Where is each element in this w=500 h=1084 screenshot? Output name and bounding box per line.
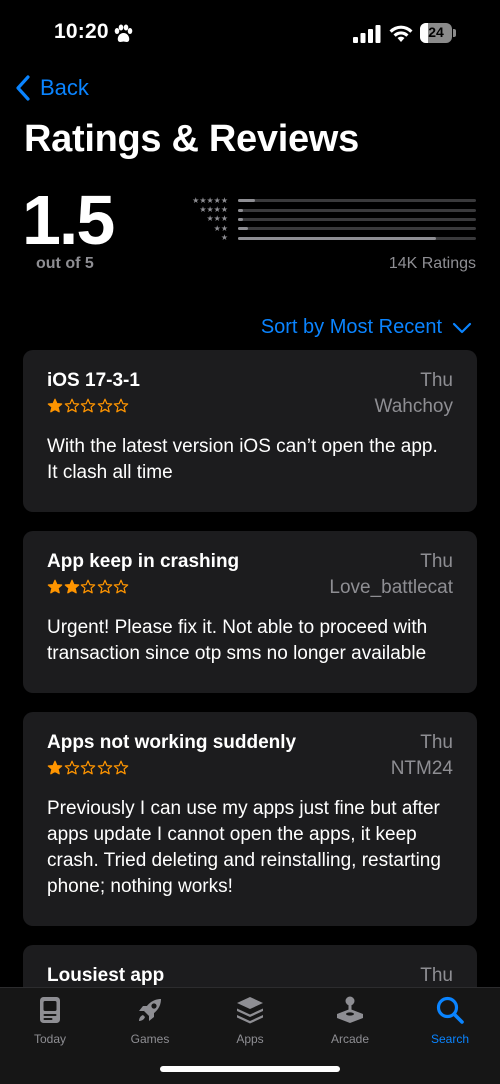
star-empty-icon <box>80 579 96 594</box>
review-body: Previously I can use my apps just fine b… <box>47 798 441 897</box>
histogram-row-3: ★★★ <box>186 215 476 224</box>
status-bar: 10:20 24 <box>0 0 500 60</box>
review-body: Urgent! Please fix it. Not able to proce… <box>47 617 428 664</box>
star-filled-icon <box>47 760 63 775</box>
review-card[interactable]: App keep in crashing Thu Love_battlecat … <box>23 531 477 693</box>
review-stars <box>47 579 130 595</box>
histogram-bar <box>238 236 436 240</box>
histogram-bar <box>238 199 255 203</box>
review-author: NTM24 <box>390 758 453 779</box>
star-empty-icon <box>113 760 129 775</box>
review-title: App keep in crashing <box>47 551 240 572</box>
star-empty-icon <box>64 398 79 413</box>
tab-apps[interactable]: Apps <box>200 994 300 1056</box>
tab-today[interactable]: Today <box>0 994 100 1056</box>
histogram-stars-label: ★★ <box>213 223 228 233</box>
histogram-stars-label: ★★★ <box>206 214 228 224</box>
average-rating: 1.5 <box>22 181 115 259</box>
apps-stack-icon <box>237 997 263 1024</box>
tab-games[interactable]: Games <box>100 994 200 1056</box>
joystick-icon <box>337 996 363 1023</box>
rocket-icon <box>139 999 161 1021</box>
review-title: iOS 17-3-1 <box>47 370 140 391</box>
histogram-bar <box>238 217 243 221</box>
home-indicator <box>160 1066 340 1072</box>
review-card[interactable]: iOS 17-3-1 Thu Wahchoy With the latest v… <box>23 350 477 512</box>
review-body: With the latest version iOS can’t open t… <box>47 436 438 483</box>
chevron-down-icon <box>452 322 472 333</box>
star-empty-icon <box>64 760 79 775</box>
cellular-signal-icon <box>353 25 381 43</box>
histogram-bar <box>238 227 248 231</box>
search-icon <box>436 996 464 1024</box>
tab-label: Today <box>33 1032 67 1046</box>
tab-search[interactable]: Search <box>400 994 500 1056</box>
review-card[interactable]: Apps not working suddenly Thu NTM24 Prev… <box>23 712 477 926</box>
back-button[interactable]: Back <box>14 72 89 104</box>
histogram-row-5: ★★★★★ <box>186 196 476 205</box>
star-empty-icon <box>97 398 112 413</box>
tab-arcade[interactable]: Arcade <box>300 994 400 1056</box>
review-title: Apps not working suddenly <box>47 732 297 753</box>
star-empty-icon <box>113 398 129 413</box>
sort-button[interactable]: Sort by Most Recent <box>261 316 472 339</box>
star-empty-icon <box>97 579 112 594</box>
star-filled-icon <box>47 579 63 594</box>
wifi-icon <box>389 25 413 42</box>
review-date: Thu <box>420 551 453 572</box>
today-icon <box>40 997 60 1023</box>
paw-icon <box>114 24 133 42</box>
page-title: Ratings & Reviews <box>24 118 359 160</box>
histogram-stars-label: ★ <box>220 233 228 243</box>
review-author: Love_battlecat <box>329 577 453 598</box>
star-empty-icon <box>113 579 129 594</box>
histogram-row-4: ★★★★ <box>186 205 476 214</box>
star-empty-icon <box>80 398 96 413</box>
rating-scale-label: out of 5 <box>36 255 94 272</box>
review-stars <box>47 760 130 776</box>
rating-histogram: ★★★★★ ★★★★ ★★★ ★★ ★ <box>186 196 476 243</box>
histogram-row-1: ★ <box>186 234 476 243</box>
tab-label: Apps <box>236 1032 264 1046</box>
chevron-left-icon <box>16 75 30 101</box>
histogram-stars-label: ★★★★★ <box>192 195 228 205</box>
histogram-stars-label: ★★★★ <box>199 205 228 215</box>
review-date: Thu <box>420 370 453 391</box>
tab-label: Arcade <box>330 1032 370 1046</box>
star-empty-icon <box>97 760 112 775</box>
histogram-bar <box>238 208 243 212</box>
star-empty-icon <box>80 760 96 775</box>
review-title: Lousiest app <box>47 965 165 986</box>
review-author: Wahchoy <box>374 396 454 417</box>
sort-label: Sort by Most Recent <box>260 316 442 338</box>
battery-level: 24 <box>428 24 444 40</box>
review-stars <box>47 398 130 414</box>
back-label: Back <box>40 75 89 100</box>
battery-indicator: 24 <box>420 23 456 43</box>
tab-label: Games <box>130 1032 170 1046</box>
star-filled-icon <box>64 579 79 594</box>
histogram-row-2: ★★ <box>186 224 476 233</box>
ratings-count: 14K Ratings <box>388 255 476 272</box>
star-filled-icon <box>47 398 63 413</box>
review-date: Thu <box>420 965 453 986</box>
review-date: Thu <box>420 732 453 753</box>
tab-label: Search <box>430 1032 470 1046</box>
status-time: 10:20 <box>54 20 109 43</box>
